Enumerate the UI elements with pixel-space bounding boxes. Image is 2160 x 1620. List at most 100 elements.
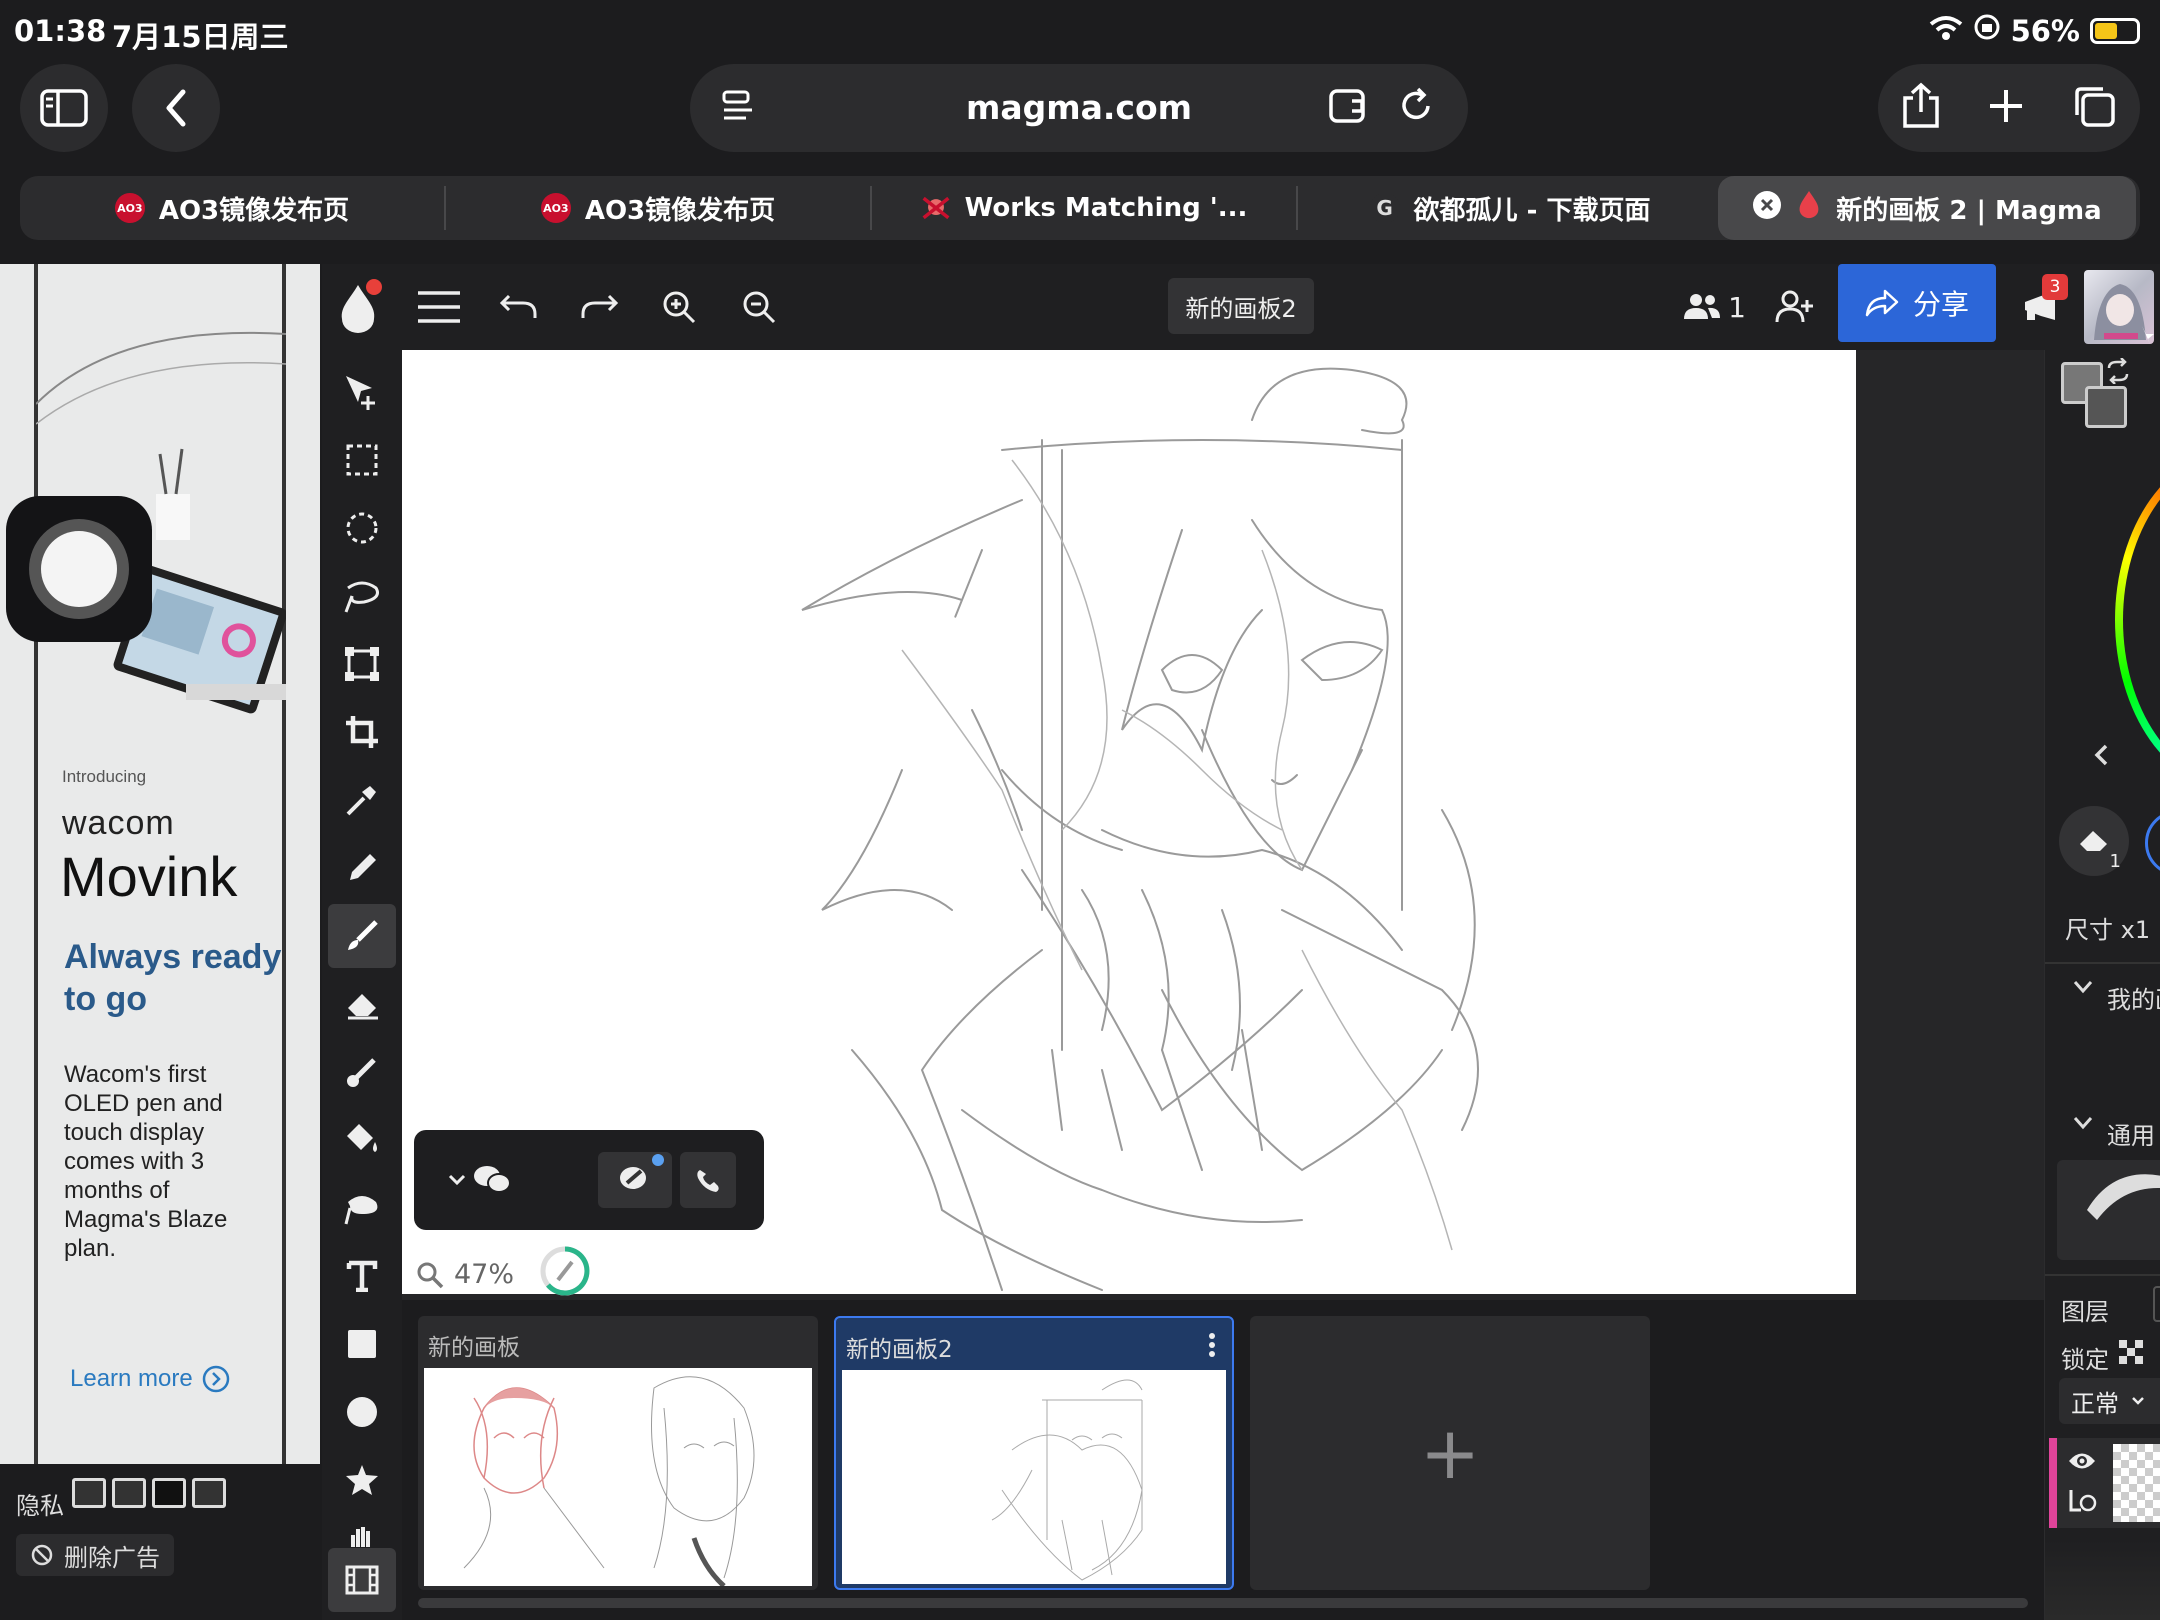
rectangle-tool[interactable] [328, 1312, 396, 1376]
ad-cta-label: Learn more [70, 1365, 193, 1392]
status-indicators: 56% [1929, 13, 2140, 48]
user-avatar[interactable] [2084, 270, 2154, 344]
pencil-tool[interactable] [328, 836, 396, 900]
board-title[interactable]: 新的画板2 [1168, 278, 1314, 334]
eraser-mode-button[interactable]: 1 [2059, 806, 2129, 876]
ad-learn-more-link[interactable]: Learn more [70, 1364, 231, 1394]
hand-icon [351, 1527, 370, 1547]
add-user-icon [1775, 290, 1813, 323]
brush-mode-button[interactable] [2145, 810, 2160, 876]
sidebar-toggle-button[interactable] [20, 64, 108, 152]
text-tool[interactable] [328, 1244, 396, 1308]
arrow-circle-right-icon [202, 1365, 229, 1393]
zoom-in-button[interactable] [654, 282, 704, 332]
avatar-art [2094, 284, 2154, 344]
privacy-label[interactable]: 隐私 [16, 1486, 64, 1521]
board-more-icon[interactable] [1208, 1332, 1216, 1362]
brush-preset-card[interactable] [2057, 1160, 2160, 1260]
rect-select-icon [346, 444, 378, 476]
remove-ads-button[interactable]: 删除广告 [16, 1534, 174, 1576]
close-tab-icon[interactable] [1752, 190, 1782, 227]
blend-mode-select[interactable]: 正常 [2059, 1378, 2160, 1424]
call-button[interactable] [680, 1152, 736, 1208]
share-button[interactable]: 分享 [1838, 264, 1996, 342]
eye-visibility-icon[interactable] [2067, 1450, 2097, 1476]
stamp-tool[interactable] [328, 1448, 396, 1512]
invite-user-button[interactable] [1770, 282, 1820, 332]
users-online-button[interactable]: 1 [1674, 282, 1754, 332]
wifi-icon [1929, 14, 1963, 48]
tab-ao3-2[interactable]: AO3 AO3镜像发布页 [446, 176, 870, 240]
secondary-color-swatch[interactable] [2085, 386, 2127, 428]
eyedropper-icon [346, 786, 376, 816]
general-brushes-section[interactable]: 通用 [2073, 1116, 2155, 1151]
chat-toggle-button[interactable] [442, 1152, 518, 1208]
menu-button[interactable] [414, 282, 464, 332]
color-wheel[interactable] [2115, 450, 2160, 790]
board-name: 新的画板 [428, 1335, 520, 1361]
zoom-indicator[interactable]: 47% [416, 1244, 592, 1305]
crop-tool[interactable] [328, 700, 396, 764]
boards-scrollbar[interactable] [418, 1598, 2028, 1608]
reload-icon[interactable] [1396, 86, 1436, 130]
zoom-out-button[interactable] [734, 282, 784, 332]
assistive-touch-button[interactable] [6, 496, 152, 642]
board-thumbnail-art [991, 1379, 1143, 1581]
layout-top-icon[interactable] [72, 1478, 106, 1508]
layout-left-icon[interactable] [152, 1478, 186, 1508]
magma-logo-button[interactable] [334, 279, 384, 333]
lasso-fill-tool[interactable] [328, 1176, 396, 1240]
eraser-icon [2080, 831, 2107, 851]
tab-download-page[interactable]: G 欲都孤儿 - 下载页面 [1298, 176, 1722, 240]
ellipse-tool[interactable] [328, 1380, 396, 1444]
lock-transparency-icon[interactable] [2119, 1340, 2145, 1370]
new-tab-icon[interactable] [1986, 86, 2026, 130]
zoom-out-icon [743, 291, 776, 324]
ad-banner[interactable]: Introducing wacom Movink Always ready to… [0, 264, 320, 1464]
tab-works-matching[interactable]: Works Matching '... [872, 176, 1296, 240]
tab-ao3-1[interactable]: AO3 AO3镜像发布页 [20, 176, 444, 240]
collapse-panel-icon[interactable] [2093, 744, 2109, 770]
ellipse-select-tool[interactable] [328, 496, 396, 560]
fill-tool[interactable] [328, 1108, 396, 1172]
smudge-tool[interactable] [328, 1040, 396, 1104]
swap-colors-icon[interactable] [2105, 357, 2131, 388]
redo-button[interactable] [574, 282, 624, 332]
panel-footer [2045, 1540, 2160, 1620]
undo-button[interactable] [494, 282, 544, 332]
brush-tool[interactable] [328, 904, 396, 968]
layout-bottom-icon[interactable] [112, 1478, 146, 1508]
layers-panel-toggle[interactable] [2153, 1286, 2160, 1322]
tab-overview-icon[interactable] [2071, 83, 2117, 133]
remove-ads-label: 删除广告 [64, 1543, 160, 1572]
board-card[interactable]: 新的画板 [418, 1316, 818, 1590]
tab-label: 欲都孤儿 - 下载页面 [1413, 195, 1651, 226]
eraser-tool[interactable] [328, 972, 396, 1036]
layout-right-icon[interactable] [192, 1478, 226, 1508]
chevron-down-icon [2073, 1117, 2093, 1130]
move-tool[interactable] [328, 360, 396, 424]
layer-row[interactable] [2049, 1438, 2160, 1528]
chevron-down-icon [2132, 1397, 2144, 1405]
add-board-button[interactable]: + [1250, 1316, 1650, 1590]
brush-size-label[interactable]: 尺寸 x1 [2065, 910, 2150, 945]
tab-magma-active[interactable]: 新的画板 2 | Magma [1718, 176, 2136, 240]
text-icon [346, 1260, 378, 1292]
my-brushes-section[interactable]: 我的画 [2073, 980, 2160, 1015]
eyedropper-tool[interactable] [328, 768, 396, 832]
address-bar[interactable]: magma.com [690, 64, 1468, 152]
reader-extension-icon[interactable] [1328, 86, 1374, 130]
tab-label: AO3镜像发布页 [584, 195, 776, 226]
lasso-tool[interactable] [328, 564, 396, 628]
redo-icon [581, 294, 619, 318]
chat-bubbles-icon [474, 1166, 511, 1193]
undo-icon [499, 294, 537, 318]
timeline-button[interactable] [328, 1548, 396, 1612]
voice-chat-button[interactable] [598, 1152, 672, 1208]
back-button[interactable] [132, 64, 220, 152]
layer-lock-icon[interactable] [2067, 1488, 2097, 1518]
rect-select-tool[interactable] [328, 428, 396, 492]
board-card-active[interactable]: 新的画板2 [834, 1316, 1234, 1590]
share-icon[interactable] [1901, 82, 1941, 134]
transform-tool[interactable] [328, 632, 396, 696]
